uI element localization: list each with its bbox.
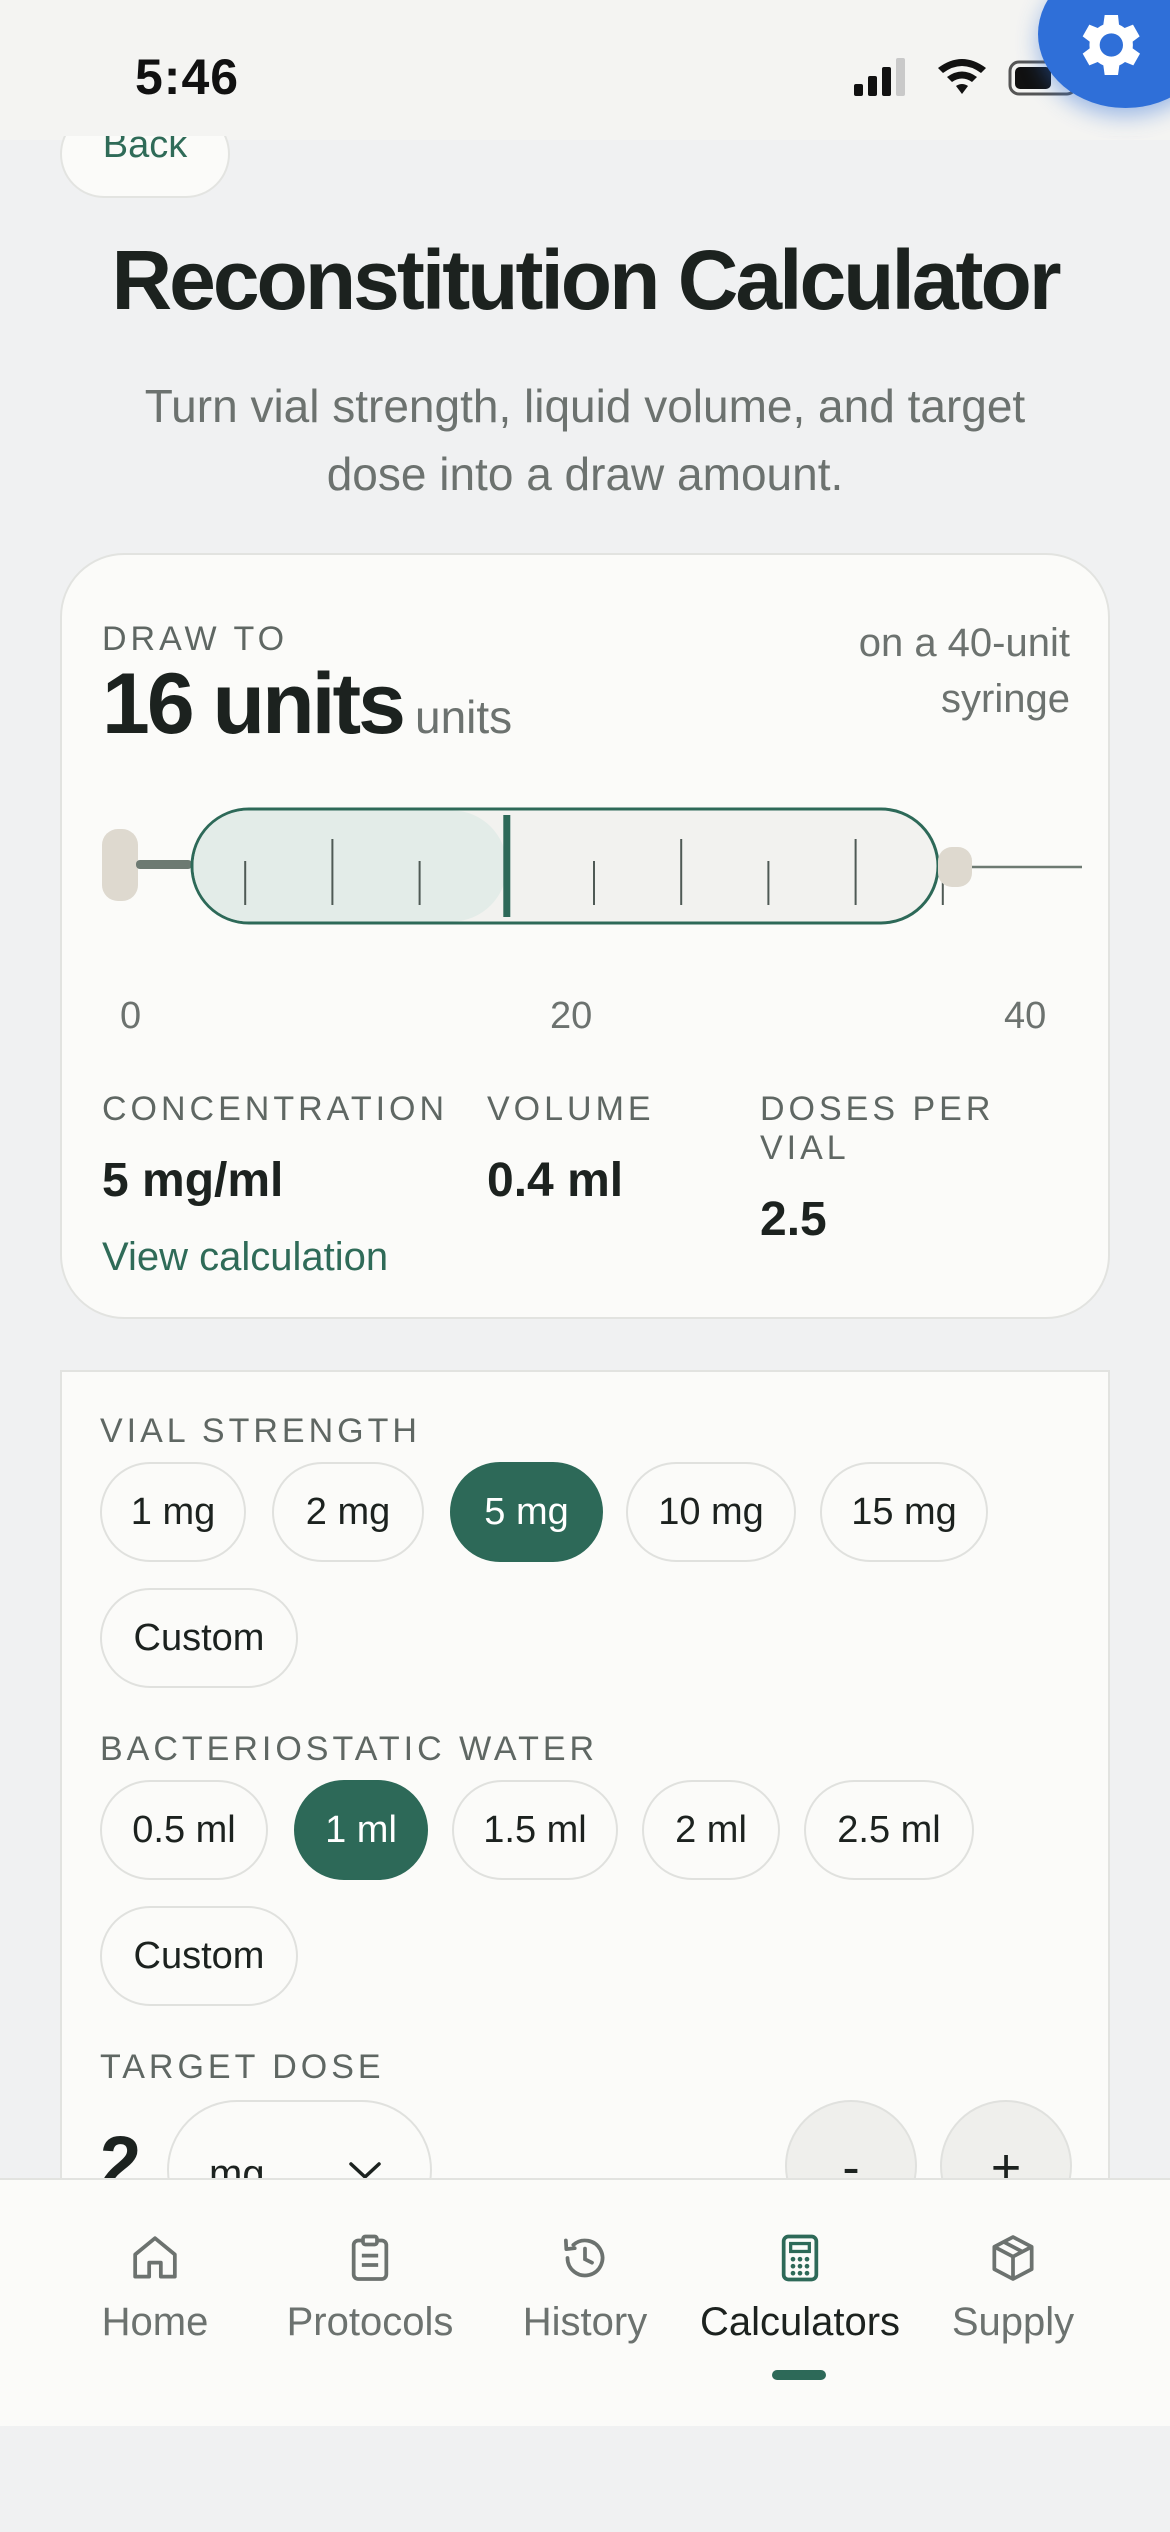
stat-value: 5 mg/ml: [102, 1154, 284, 1207]
stat-concentration: CONCENTRATION 5 mg/ml: [102, 1090, 448, 1208]
chip-vial-1mg[interactable]: 1 mg: [100, 1462, 246, 1562]
back-button-label: Back: [102, 124, 188, 166]
syringe-plunger-rod: [136, 860, 192, 869]
stat-value: 0.4 ml: [487, 1154, 624, 1207]
chip-vial-2mg[interactable]: 2 mg: [272, 1462, 424, 1562]
tab-label: Home: [101, 2300, 209, 2344]
syringe-fill-marker: [503, 815, 511, 917]
vial-strength-label: VIAL STRENGTH: [100, 1412, 421, 1450]
scale-label-20: 20: [550, 995, 593, 1037]
scale-label-0: 0: [120, 995, 142, 1037]
chip-vial-10mg[interactable]: 10 mg: [626, 1462, 796, 1562]
stat-label: DOSES PER VIAL: [760, 1090, 995, 1167]
stat-label: VOLUME: [487, 1090, 655, 1128]
status-time-overlay: 5:46: [135, 49, 240, 105]
tab-protocols[interactable]: Protocols: [270, 2180, 470, 2428]
clipboard-icon: [351, 2234, 389, 2281]
syringe-plunger-cap: [102, 829, 138, 901]
draw-value: 16 units units: [102, 655, 512, 754]
draw-amount: 16 units: [102, 656, 406, 752]
target-dose-label: TARGET DOSE: [100, 2048, 385, 2086]
page-title: Reconstitution Calculator: [111, 233, 1061, 327]
house-icon: [133, 2236, 177, 2279]
active-tab-indicator: [772, 2370, 826, 2380]
chip-water-1-5ml[interactable]: 1.5 ml: [452, 1780, 618, 1880]
view-calculation-link[interactable]: View calculation: [102, 1235, 388, 1280]
syringe-scale: 0 20 40: [62, 995, 1112, 1045]
vial-strength-options: 1 mg 2 mg 5 mg 10 mg 15 mg Custom: [100, 1462, 1080, 1702]
draw-unit: units: [414, 691, 513, 743]
tab-label: Protocols: [286, 2300, 454, 2344]
home-indicator-area: [0, 2426, 1170, 2532]
chip-vial-15mg[interactable]: 15 mg: [820, 1462, 988, 1562]
chip-water-custom[interactable]: Custom: [100, 1906, 298, 2006]
tab-home[interactable]: Home: [75, 2180, 235, 2428]
stat-label: CONCENTRATION: [102, 1090, 449, 1128]
tab-label: History: [522, 2300, 648, 2344]
tab-label: Calculators: [699, 2300, 901, 2344]
back-button[interactable]: Back: [60, 110, 230, 198]
tab-calculators[interactable]: Calculators: [690, 2180, 910, 2428]
calculator-icon: [781, 2234, 819, 2282]
tab-label: Supply: [951, 2300, 1075, 2344]
stats-row: CONCENTRATION 5 mg/ml VOLUME 0.4 ml DOSE…: [102, 1090, 1082, 1246]
syringe-hub: [938, 847, 972, 887]
chip-water-2ml[interactable]: 2 ml: [642, 1780, 780, 1880]
water-options: 0.5 ml 1 ml 1.5 ml 2 ml 2.5 ml Custom: [100, 1780, 1080, 2020]
inputs-card: VIAL STRENGTH 1 mg 2 mg 5 mg 10 mg 15 mg…: [60, 1370, 1110, 2210]
stat-value: 2.5: [760, 1193, 827, 1246]
result-card: DRAW TO 16 units units on a 40-unit syrin…: [60, 553, 1110, 1319]
syringe-size-note: on a 40-unit syringe: [858, 621, 1070, 721]
chip-vial-custom[interactable]: Custom: [100, 1588, 298, 1688]
stat-doses-per-vial: DOSES PER VIAL 2.5: [760, 1090, 1082, 1247]
page-subtitle: Turn vial strength, liquid volume, and t…: [144, 380, 1026, 500]
draw-to-label: DRAW TO: [102, 620, 289, 658]
chip-water-0-5ml[interactable]: 0.5 ml: [100, 1780, 268, 1880]
gear-icon: [1082, 15, 1140, 75]
tab-history[interactable]: History: [505, 2180, 665, 2428]
history-icon: [563, 2238, 605, 2278]
scale-label-40: 40: [1004, 995, 1047, 1037]
tab-bar: Home Protocols History Calculators Suppl…: [0, 2178, 1170, 2426]
syringe-diagram: [102, 807, 1082, 925]
chip-water-1ml[interactable]: 1 ml: [294, 1780, 428, 1880]
chip-vial-5mg[interactable]: 5 mg: [450, 1462, 603, 1562]
syringe-fill: [193, 810, 507, 922]
box-icon: [992, 2235, 1034, 2281]
chip-water-2-5ml[interactable]: 2.5 ml: [804, 1780, 974, 1880]
tab-supply[interactable]: Supply: [933, 2180, 1093, 2428]
water-label: BACTERIOSTATIC WATER: [100, 1730, 599, 1768]
stat-volume: VOLUME 0.4 ml: [487, 1090, 655, 1208]
